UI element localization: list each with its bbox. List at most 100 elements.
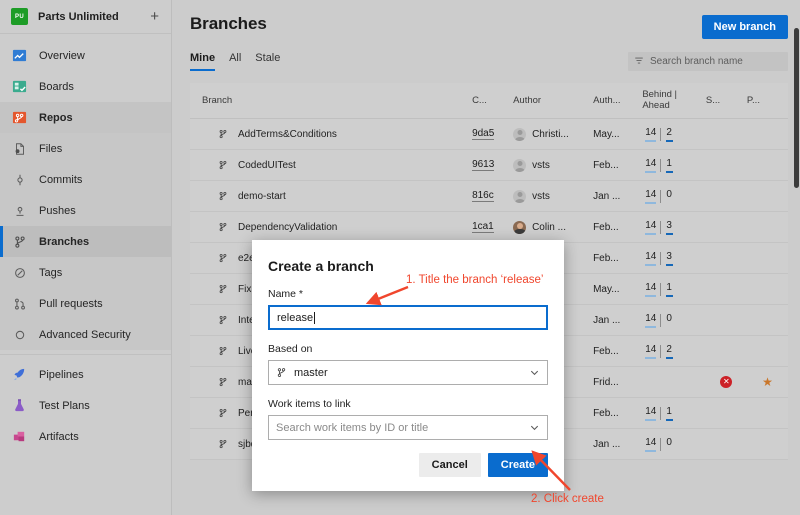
sidebar-item-boards[interactable]: Boards bbox=[0, 71, 171, 102]
sidebar-item-overview[interactable]: Overview bbox=[0, 40, 171, 71]
sidebar-item-test-plans[interactable]: Test Plans bbox=[0, 390, 171, 421]
sidebar-item-repos[interactable]: Repos bbox=[0, 102, 171, 133]
branch-cell[interactable]: demo-start bbox=[190, 180, 473, 212]
behind-count: 14 bbox=[642, 158, 660, 173]
ahead-count: 2 bbox=[661, 127, 679, 142]
sidebar-item-pushes[interactable]: Pushes bbox=[0, 195, 171, 226]
page-header: Branches New branch bbox=[190, 0, 788, 39]
new-branch-button[interactable]: New branch bbox=[701, 15, 788, 39]
status-cell bbox=[705, 118, 747, 150]
test-plans-icon bbox=[11, 397, 28, 414]
sidebar-item-label: Tags bbox=[39, 266, 63, 279]
sidebar-item-commits[interactable]: Commits bbox=[0, 164, 171, 195]
dialog-actions: Cancel Create bbox=[268, 453, 548, 477]
authored-date: Jan ... bbox=[593, 190, 621, 202]
commit-link[interactable]: 9613 bbox=[472, 159, 495, 171]
authored-date: Frid... bbox=[593, 376, 619, 388]
branch-cell[interactable]: CodedUITest bbox=[190, 149, 473, 181]
sidebar-item-label: Pipelines bbox=[39, 368, 84, 381]
authored-date: Jan ... bbox=[593, 314, 621, 326]
name-label: Name * bbox=[268, 288, 304, 300]
authored-date-cell: Jan ... bbox=[593, 304, 643, 336]
repos-icon bbox=[11, 109, 28, 126]
sidebar-item-tags[interactable]: Tags bbox=[0, 257, 171, 288]
status-cell[interactable]: ✕ bbox=[705, 366, 747, 398]
ahead-count: 3 bbox=[661, 251, 679, 266]
behind-ahead-cell: 14 1 bbox=[642, 149, 706, 181]
pull-request-cell bbox=[746, 304, 788, 336]
behind-ahead-cell: 14 0 bbox=[642, 428, 706, 460]
ahead-count: 0 bbox=[666, 436, 672, 448]
sidebar-item-label: Repos bbox=[39, 111, 73, 124]
branch-name-input[interactable]: release bbox=[268, 305, 548, 330]
column-header-authored-date: Auth... bbox=[593, 83, 643, 119]
authored-date-cell: May... bbox=[593, 118, 643, 150]
sidebar: PU Parts Unlimited + Overview Boards Rep… bbox=[0, 0, 172, 515]
name-field-group: Name * release bbox=[268, 288, 548, 330]
pull-request-cell bbox=[746, 428, 788, 460]
scrollbar-thumb[interactable] bbox=[794, 28, 799, 188]
sidebar-item-label: Test Plans bbox=[39, 399, 90, 412]
error-badge-icon[interactable]: ✕ bbox=[720, 376, 733, 388]
star-icon[interactable]: ★ bbox=[762, 375, 773, 389]
table-row[interactable]: DependencyValidation 1ca1 Colin ... Feb... 1… bbox=[190, 211, 788, 243]
pull-request-cell bbox=[746, 149, 788, 181]
behind-count: 14 bbox=[642, 406, 660, 421]
sidebar-item-advanced-security[interactable]: Advanced Security bbox=[0, 319, 171, 350]
avatar bbox=[513, 189, 527, 203]
behind-ahead-cell: 14 0 bbox=[642, 180, 706, 212]
author-cell: Christi... bbox=[513, 118, 594, 150]
tab-all[interactable]: All bbox=[229, 52, 241, 71]
sidebar-item-artifacts[interactable]: Artifacts bbox=[0, 421, 171, 452]
sidebar-item-label: Artifacts bbox=[39, 430, 79, 443]
branch-icon bbox=[276, 367, 287, 378]
commit-link[interactable]: 1ca1 bbox=[472, 221, 494, 233]
cancel-button[interactable]: Cancel bbox=[418, 453, 481, 477]
sidebar-item-pipelines[interactable]: Pipelines bbox=[0, 359, 171, 390]
tab-stale[interactable]: Stale bbox=[255, 52, 280, 71]
commit-cell[interactable]: 9613 bbox=[472, 149, 514, 181]
tab-mine[interactable]: Mine bbox=[190, 52, 216, 71]
based-on-select[interactable]: master bbox=[268, 360, 548, 385]
chevron-down-icon bbox=[529, 367, 540, 378]
work-items-input[interactable]: Search work items by ID or title bbox=[268, 415, 548, 440]
project-header[interactable]: PU Parts Unlimited + bbox=[0, 0, 171, 34]
avatar bbox=[513, 220, 527, 234]
pull-request-cell bbox=[746, 242, 788, 274]
commit-link[interactable]: 816c bbox=[472, 190, 494, 202]
behind-ahead-cell: 14 1 bbox=[642, 397, 706, 429]
branch-name: demo-start bbox=[238, 190, 286, 202]
sidebar-item-branches[interactable]: Branches bbox=[0, 226, 171, 257]
table-row[interactable]: demo-start 816c vsts Jan ... 14 0 bbox=[190, 180, 788, 212]
add-project-button[interactable]: + bbox=[148, 9, 161, 24]
commit-cell[interactable]: 1ca1 bbox=[472, 211, 514, 243]
authored-date-cell: May... bbox=[593, 273, 643, 305]
authored-date: Feb... bbox=[593, 221, 619, 233]
vertical-scrollbar[interactable] bbox=[794, 0, 800, 515]
commit-cell[interactable]: 816c bbox=[472, 180, 514, 212]
table-row[interactable]: AddTerms&Conditions 9da5 Christi... May... 1… bbox=[190, 118, 788, 150]
column-header-status: S... bbox=[705, 83, 747, 119]
behind-count: 14 bbox=[642, 127, 660, 142]
repos-group: Repos Files Commits Pushes Branches Tags… bbox=[0, 102, 171, 350]
sidebar-item-files[interactable]: Files bbox=[0, 133, 171, 164]
commit-cell[interactable]: 9da5 bbox=[472, 118, 514, 150]
search-input[interactable]: Search branch name bbox=[628, 51, 788, 71]
pull-request-cell[interactable]: ★ bbox=[746, 366, 788, 398]
branch-icon bbox=[218, 191, 228, 201]
branch-cell[interactable]: AddTerms&Conditions bbox=[190, 118, 473, 150]
avatar bbox=[513, 127, 527, 141]
author-cell: vsts bbox=[513, 149, 594, 181]
table-row[interactable]: CodedUITest 9613 vsts Feb... 14 1 bbox=[190, 149, 788, 181]
pull-request-cell bbox=[746, 211, 788, 243]
create-button[interactable]: Create bbox=[487, 453, 548, 477]
behind-count: 14 bbox=[642, 344, 660, 359]
behind-count: 14 bbox=[642, 282, 660, 297]
branch-icon bbox=[218, 222, 228, 232]
branch-cell[interactable]: DependencyValidation bbox=[190, 211, 473, 243]
based-on-value: master bbox=[294, 366, 328, 379]
commits-icon bbox=[11, 171, 28, 188]
commit-link[interactable]: 9da5 bbox=[472, 128, 495, 140]
sidebar-item-pull-requests[interactable]: Pull requests bbox=[0, 288, 171, 319]
branch-icon bbox=[218, 315, 228, 325]
